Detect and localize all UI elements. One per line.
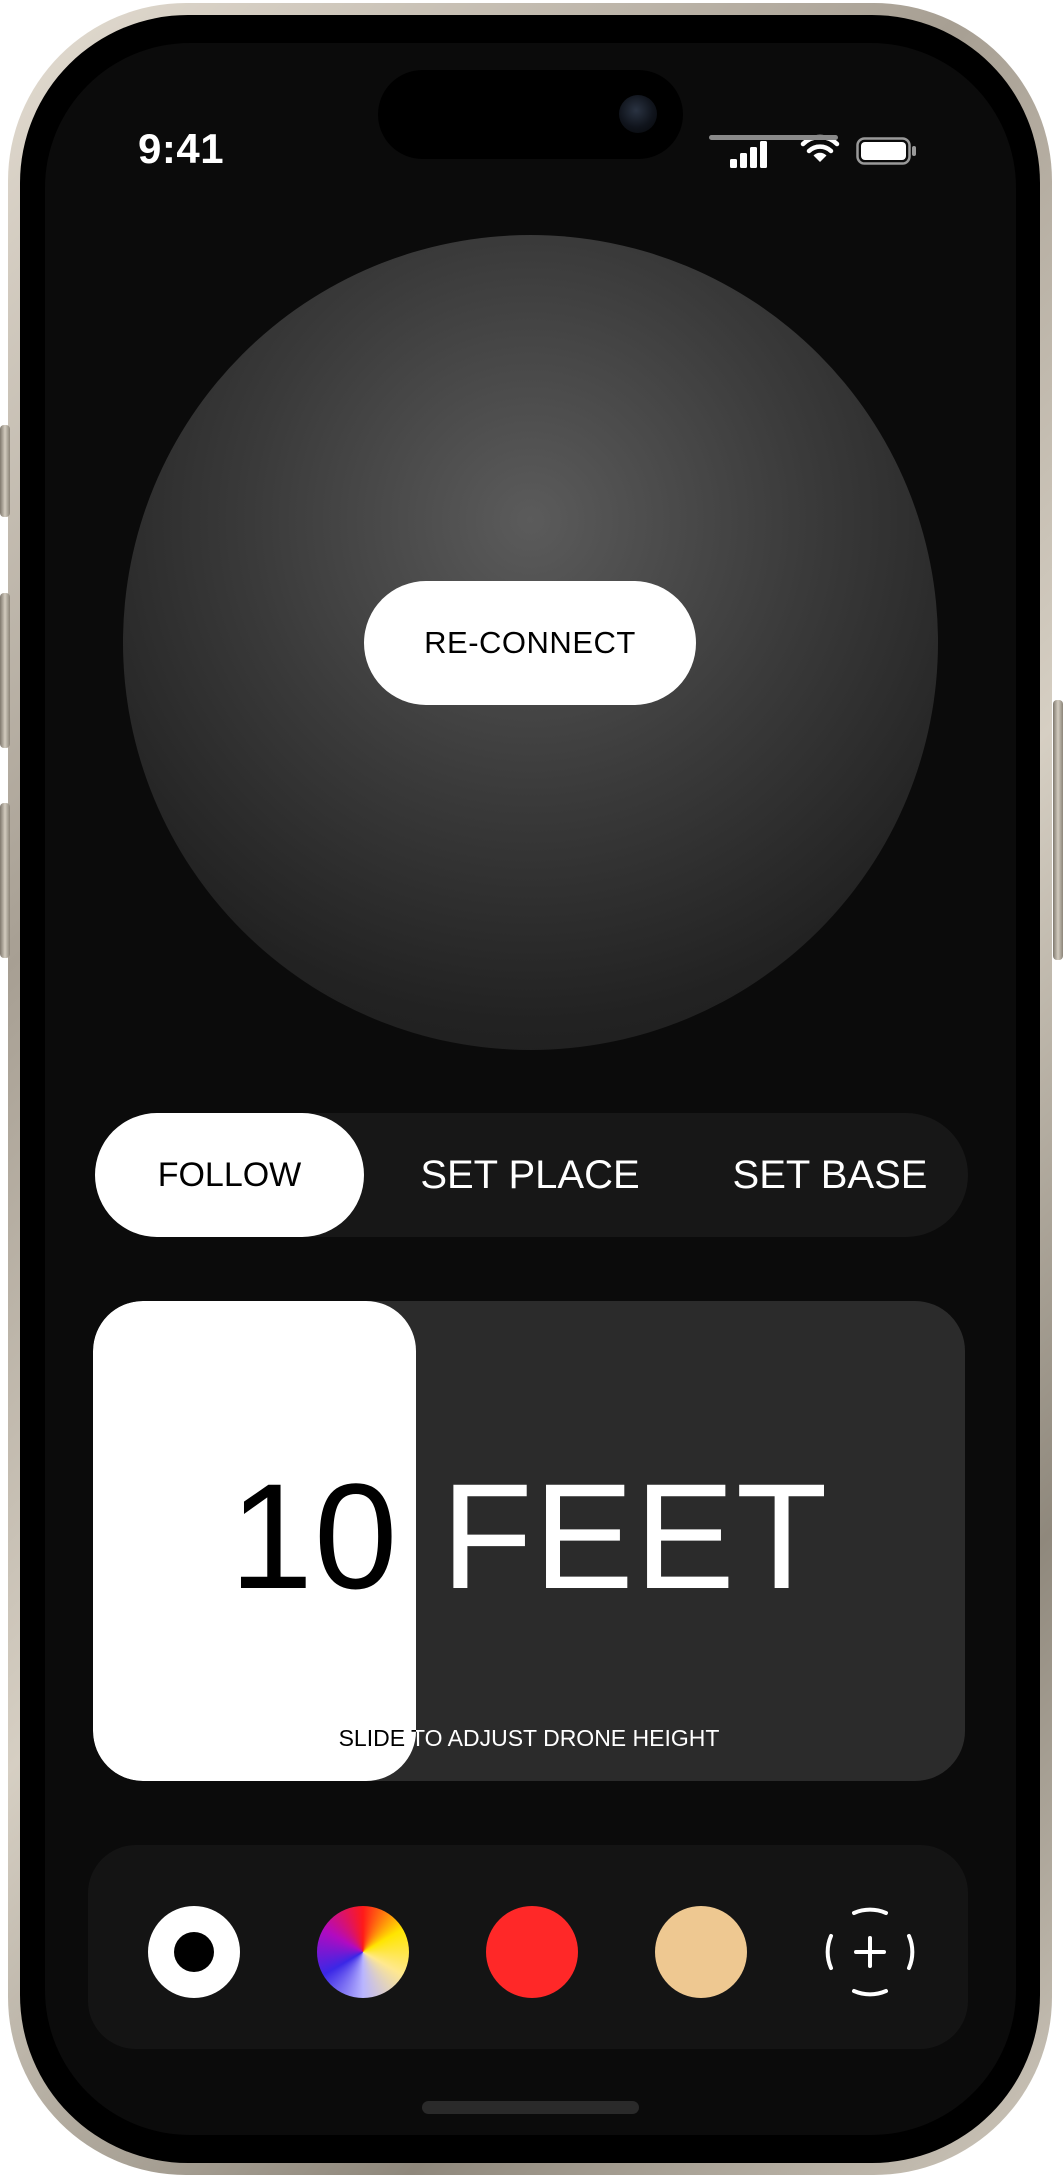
mode-follow-button[interactable]: FOLLOW: [95, 1113, 364, 1237]
height-slider[interactable]: 10 FEET SLIDE TO ADJUST DRONE HEIGHT 10 …: [93, 1301, 965, 1781]
dynamic-island: [378, 70, 683, 159]
volume-down-button: [0, 803, 10, 958]
height-slider-hint-overlay: SLIDE TO ADJUST DRONE HEIGHT: [338, 1725, 416, 1751]
mode-set-base-button[interactable]: SET BASE: [705, 1113, 955, 1237]
add-target-icon: [825, 1907, 915, 1997]
multicolor-swatch[interactable]: [317, 1906, 409, 1998]
battery-icon: [856, 137, 916, 165]
mode-set-place-button[interactable]: SET PLACE: [405, 1113, 655, 1237]
reconnect-button[interactable]: RE-CONNECT: [364, 581, 696, 705]
grabber-bar: [709, 135, 838, 140]
status-time: 9:41: [138, 125, 225, 172]
power-button: [1053, 700, 1063, 960]
action-button: [0, 425, 10, 517]
ring-icon: [174, 1932, 214, 1972]
ring-swatch[interactable]: [148, 1906, 240, 1998]
app-screen: 9:41 RE-CONNECT FOLLOW SET PLACE SET BAS…: [45, 43, 1016, 2135]
height-slider-fill-overlay: 10 FEET SLIDE TO ADJUST DRONE HEIGHT: [93, 1301, 416, 1781]
front-camera-icon: [619, 95, 657, 133]
sand-swatch[interactable]: [655, 1906, 747, 1998]
red-swatch[interactable]: [486, 1906, 578, 1998]
height-value-label-overlay: 10 FEET: [229, 1452, 416, 1620]
home-indicator[interactable]: [422, 2101, 639, 2114]
add-color-button[interactable]: [824, 1906, 916, 1998]
color-wheel-icon: [317, 1906, 409, 1998]
volume-up-button: [0, 593, 10, 748]
